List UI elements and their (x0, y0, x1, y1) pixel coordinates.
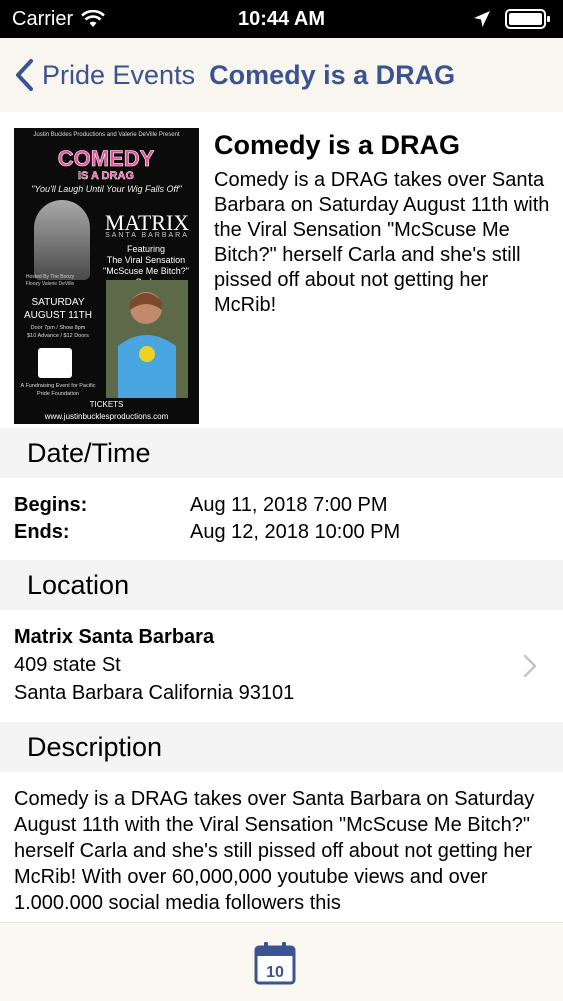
poster-date-date: AUGUST 11TH (24, 310, 92, 321)
begins-value: Aug 11, 2018 7:00 PM (190, 494, 388, 516)
poster-date: SATURDAY AUGUST 11TH (18, 296, 98, 322)
poster-door-times: Door 7pm / Show 8pm (30, 325, 86, 331)
poster-hosted: Hosted By The Boozy Floozy Valerie DeVil… (25, 274, 75, 287)
chevron-right-icon (523, 654, 537, 678)
ends-row: Ends: Aug 12, 2018 10:00 PM (14, 521, 400, 544)
section-header-description: Description (0, 722, 563, 772)
ends-value: Aug 12, 2018 10:00 PM (190, 521, 401, 543)
section-header-date-time: Date/Time (0, 428, 563, 478)
navigation-bar: Pride Events Comedy is a DRAG (0, 38, 563, 112)
carrier-label: Carrier (12, 7, 74, 30)
begins-label: Begins: (14, 494, 88, 516)
status-right (473, 9, 551, 29)
section-title-date-time: Date/Time (27, 437, 151, 468)
date-time-block: Begins: Aug 11, 2018 7:00 PM Ends: Aug 1… (0, 478, 563, 560)
poster-featuring-label: Featuring (126, 244, 166, 254)
poster-doors: Door 7pm / Show 8pm $10 Advance / $12 Do… (18, 324, 98, 340)
status-bar: Carrier 10:44 AM (0, 0, 563, 38)
section-title-description: Description (27, 731, 163, 762)
location-street: 409 state St (14, 654, 121, 676)
poster-prices: $10 Advance / $12 Doors (27, 333, 89, 339)
section-title-location: Location (27, 569, 130, 600)
location-city: Santa Barbara California 93101 (14, 682, 295, 704)
poster-top-line: Justin Buckles Productions and Valerie D… (33, 132, 180, 138)
status-left: Carrier (12, 7, 106, 31)
poster-carla-photo (106, 280, 188, 398)
poster-tagline: "You'll Laugh Until Your Wig Falls Off" (31, 184, 182, 194)
wifi-icon (81, 10, 106, 28)
description-block: Comedy is a DRAG takes over Santa Barbar… (0, 772, 563, 922)
poster-logo: COMEDY IS A DRAG (57, 146, 155, 182)
chevron-left-icon (16, 59, 33, 91)
poster-sponsor-logo (38, 348, 72, 378)
nav-title: Comedy is a DRAG (209, 59, 456, 90)
description-text: Comedy is a DRAG takes over Santa Barbar… (14, 788, 535, 914)
poster-fundraiser: A Fundraising Event for Pacific Pride Fo… (20, 383, 96, 397)
poster-featuring-line: The Viral Sensation (106, 255, 186, 265)
tab-bar: 10 (0, 922, 563, 1001)
back-label: Pride Events (42, 59, 196, 90)
poster-logo-line1: COMEDY (58, 146, 155, 171)
poster-url: www.justinbucklesproductions.com (44, 412, 169, 421)
calendar-icon[interactable]: 10 (254, 941, 296, 985)
location-cell[interactable]: Matrix Santa Barbara 409 state St Santa … (0, 610, 563, 722)
begins-row: Begins: Aug 11, 2018 7:00 PM (14, 494, 388, 517)
poster-date-day: SATURDAY (31, 297, 85, 308)
back-button[interactable]: Pride Events (14, 58, 195, 92)
poster-logo-line2: IS A DRAG (78, 170, 134, 182)
poster-drag-queen-photo (34, 200, 90, 280)
event-summary: Comedy is a DRAG takes over Santa Barbar… (214, 169, 550, 316)
section-header-location: Location (0, 560, 563, 610)
calendar-day: 10 (266, 964, 284, 981)
poster-venue-sub: SANTA BARBARA (105, 232, 189, 239)
poster-tickets: TICKETS (89, 400, 124, 409)
event-poster-image: Justin Buckles Productions and Valerie D… (14, 128, 199, 424)
ends-label: Ends: (14, 521, 70, 543)
event-header: Justin Buckles Productions and Valerie D… (0, 112, 563, 428)
location-name: Matrix Santa Barbara (14, 626, 215, 648)
battery-icon (505, 9, 551, 29)
event-title: Comedy is a DRAG (214, 130, 461, 160)
location-arrow-icon (473, 10, 491, 28)
